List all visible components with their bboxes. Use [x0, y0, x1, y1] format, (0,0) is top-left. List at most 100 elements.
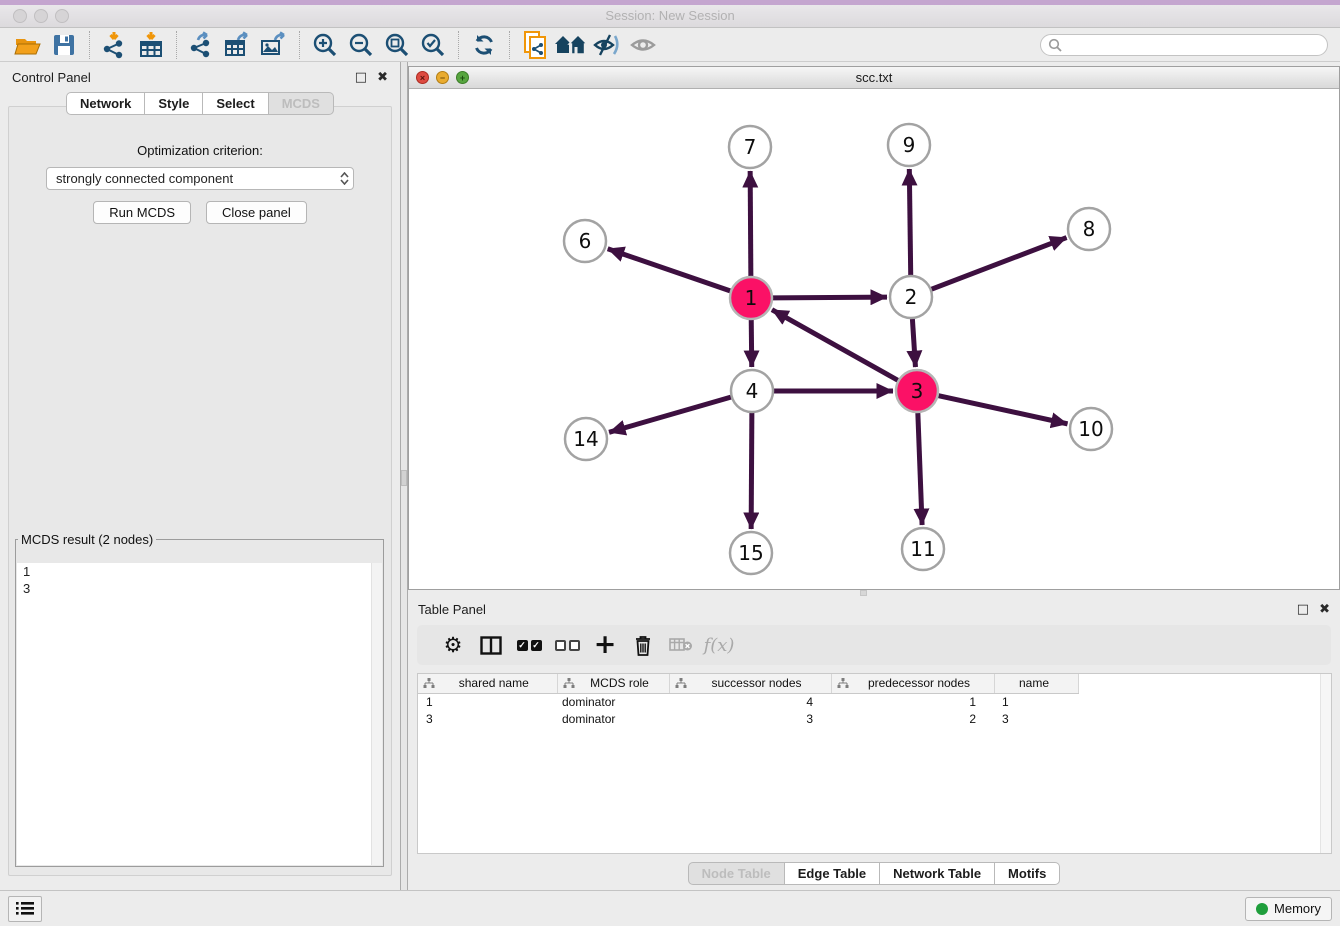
table-cell[interactable]: 1	[994, 693, 1078, 710]
window-title: Session: New Session	[0, 8, 1340, 23]
table-cell[interactable]: 3	[418, 710, 557, 727]
graph-edge-2-9[interactable]	[909, 169, 910, 275]
table-cell[interactable]: 3	[994, 710, 1078, 727]
column-header-name[interactable]: name	[994, 674, 1078, 693]
graph-edge-1-6[interactable]	[608, 249, 730, 291]
network-window-titlebar[interactable]: × − + scc.txt	[409, 67, 1339, 89]
column-header-mcds-role[interactable]: MCDS role	[557, 674, 669, 693]
list-icon	[16, 901, 34, 916]
deselect-all-icon[interactable]	[548, 628, 586, 662]
graph-edge-3-11[interactable]	[918, 413, 922, 525]
settings-gear-icon[interactable]: ⚙	[434, 628, 472, 662]
criterion-dropdown[interactable]: strongly connected component	[46, 167, 354, 190]
tab-node-table[interactable]: Node Table	[688, 862, 785, 885]
search-field[interactable]	[1040, 34, 1328, 56]
table-scrollbar[interactable]	[1320, 674, 1331, 853]
tab-edge-table[interactable]: Edge Table	[785, 862, 880, 885]
status-bar: Memory	[0, 890, 1340, 926]
home-icon[interactable]	[553, 30, 589, 60]
table-cell[interactable]: 2	[831, 710, 994, 727]
zoom-selected-icon[interactable]	[415, 30, 451, 60]
graph-edge-2-3[interactable]	[912, 319, 915, 367]
graph-edge-3-10[interactable]	[938, 396, 1067, 424]
result-line: 3	[17, 580, 382, 597]
float-table-panel-icon[interactable]: □	[1297, 603, 1309, 616]
graph-edge-1-4[interactable]	[751, 320, 752, 367]
application-window: { "titlebar": { "title": "Session: New S…	[0, 0, 1340, 926]
delete-table-icon[interactable]	[662, 628, 700, 662]
zoom-in-icon[interactable]	[307, 30, 343, 60]
table-panel-header: Table Panel □ ✖	[408, 596, 1340, 622]
save-icon[interactable]	[46, 30, 82, 60]
memory-button[interactable]: Memory	[1245, 897, 1332, 921]
show-view-icon[interactable]	[625, 30, 661, 60]
float-panel-icon[interactable]: □	[355, 71, 367, 84]
table-cell[interactable]: dominator	[557, 710, 669, 727]
network-window-title: scc.txt	[856, 70, 893, 85]
table-cell[interactable]: dominator	[557, 693, 669, 710]
close-panel-button[interactable]: Close panel	[206, 201, 307, 224]
network-minimize-icon[interactable]: −	[436, 71, 449, 84]
control-panel-title: Control Panel	[12, 70, 91, 85]
network-maximize-icon[interactable]: +	[456, 71, 469, 84]
tab-motifs[interactable]: Motifs	[995, 862, 1060, 885]
tab-style[interactable]: Style	[145, 92, 203, 115]
function-builder-icon[interactable]: f(x)	[700, 628, 738, 662]
select-all-icon[interactable]: ✓✓	[510, 628, 548, 662]
table-cell[interactable]: 1	[418, 693, 557, 710]
refresh-icon[interactable]	[466, 30, 502, 60]
table-toolbar: ⚙ ✓✓ + f(x)	[417, 625, 1331, 665]
table-header-row: shared nameMCDS rolesuccessor nodesprede…	[418, 674, 1078, 693]
table-cell[interactable]: 3	[669, 710, 831, 727]
run-mcds-button[interactable]: Run MCDS	[93, 201, 191, 224]
divider-grip[interactable]	[401, 470, 407, 486]
export-network-icon[interactable]	[184, 30, 220, 60]
graph-edge-4-15[interactable]	[751, 413, 752, 529]
dropdown-stepper-icon	[340, 172, 349, 185]
close-table-panel-icon[interactable]: ✖	[1319, 603, 1330, 616]
memory-status-icon	[1256, 903, 1268, 915]
close-panel-icon[interactable]: ✖	[377, 71, 388, 84]
zoom-fit-icon[interactable]	[379, 30, 415, 60]
table-cell[interactable]: 1	[831, 693, 994, 710]
tab-network-table[interactable]: Network Table	[880, 862, 995, 885]
graph-edge-1-7[interactable]	[750, 171, 751, 276]
graph-edge-1-2[interactable]	[773, 297, 887, 298]
panel-split-divider[interactable]	[400, 62, 408, 890]
node-table-grid: shared nameMCDS rolesuccessor nodesprede…	[418, 674, 1079, 727]
zoom-out-icon[interactable]	[343, 30, 379, 60]
graph-edge-3-1[interactable]	[772, 310, 898, 381]
table-row[interactable]: 1dominator411	[418, 693, 1078, 710]
column-header-predecessor-nodes[interactable]: predecessor nodes	[831, 674, 994, 693]
network-close-icon[interactable]: ×	[416, 71, 429, 84]
column-header-successor-nodes[interactable]: successor nodes	[669, 674, 831, 693]
open-folder-icon[interactable]	[10, 30, 46, 60]
hide-view-icon[interactable]	[589, 30, 625, 60]
search-input[interactable]	[1066, 36, 1327, 54]
graph-edge-2-8[interactable]	[932, 238, 1067, 290]
table-tabs: Node TableEdge TableNetwork TableMotifs	[408, 862, 1340, 885]
export-image-icon[interactable]	[256, 30, 292, 60]
table-row[interactable]: 3dominator323	[418, 710, 1078, 727]
graph-node-label: 14	[573, 427, 598, 451]
toggle-pane-icon[interactable]	[472, 628, 510, 662]
table-cell[interactable]: 4	[669, 693, 831, 710]
import-table-icon[interactable]	[133, 30, 169, 60]
network-documents-icon[interactable]	[517, 30, 553, 60]
tab-network[interactable]: Network	[66, 92, 145, 115]
graph-edge-4-14[interactable]	[609, 397, 731, 432]
import-network-icon[interactable]	[97, 30, 133, 60]
network-canvas-svg[interactable]: 7968124314101511	[409, 89, 1339, 589]
tab-select[interactable]: Select	[203, 92, 268, 115]
add-column-icon[interactable]: +	[586, 628, 624, 662]
task-history-button[interactable]	[8, 896, 42, 922]
control-panel-header: Control Panel □ ✖	[0, 62, 400, 92]
column-header-shared-name[interactable]: shared name	[418, 674, 557, 693]
delete-column-icon[interactable]	[624, 628, 662, 662]
export-table-icon[interactable]	[220, 30, 256, 60]
tab-mcds[interactable]: MCDS	[269, 92, 334, 115]
result-scrollbar[interactable]	[371, 563, 382, 865]
search-icon	[1048, 38, 1062, 52]
result-line: 1	[17, 563, 382, 580]
mcds-result-list[interactable]: 13	[17, 563, 382, 865]
